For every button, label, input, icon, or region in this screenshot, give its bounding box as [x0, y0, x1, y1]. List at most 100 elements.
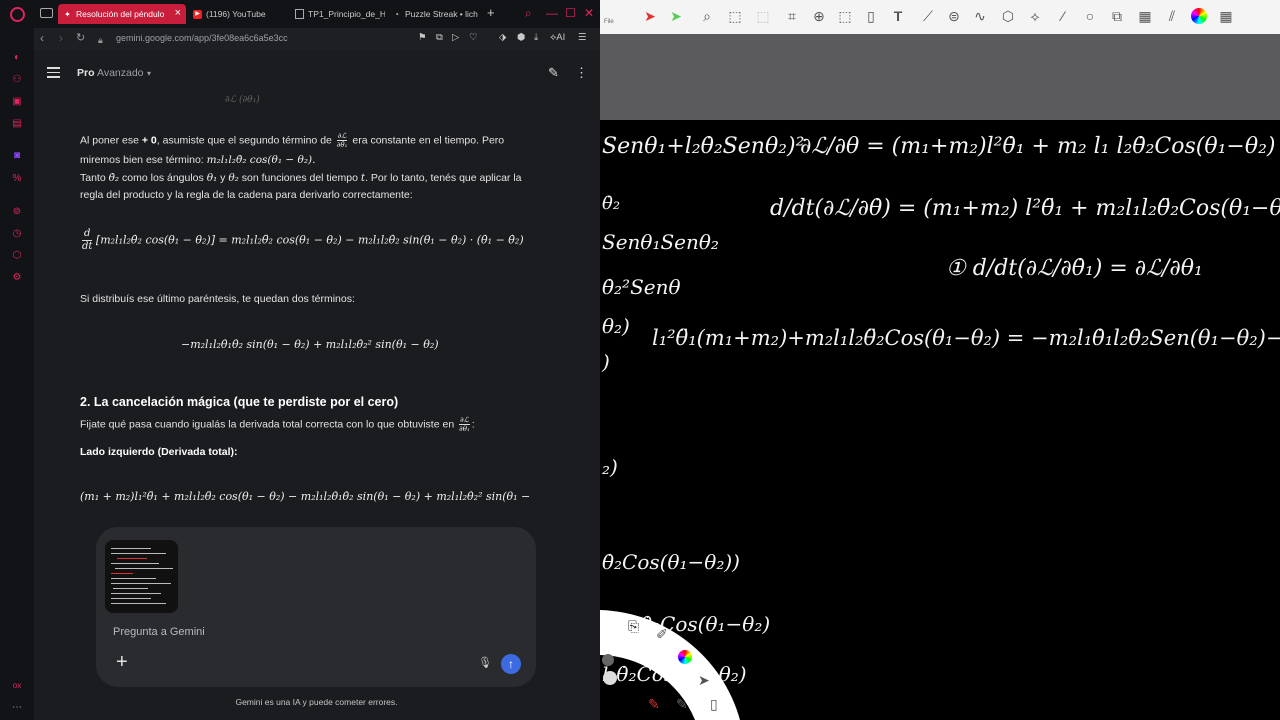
curve-icon[interactable]: ∿ [972, 8, 988, 24]
math-inline: θ₁ [206, 172, 218, 184]
history-icon[interactable]: ◷ [11, 228, 23, 240]
color-picker-icon[interactable] [1191, 8, 1207, 24]
send-button[interactable]: ↑ [501, 654, 521, 674]
hamburger-menu-icon[interactable] [47, 67, 60, 81]
polygon-icon[interactable]: ⟡ [1027, 8, 1043, 24]
pen-green-icon[interactable]: ➤ [668, 8, 684, 24]
handwriting-line: d/dt(∂ℒ/∂θ̇) = (m₁+m₂) l²θ̈₁ + m₂l₁l₂θ̈₂… [770, 196, 1280, 221]
whiteboard-panel [600, 34, 1280, 120]
page-tool-icon[interactable]: ▯ [710, 696, 718, 713]
fraction-denominator: dt [82, 241, 93, 252]
handwriting-line: ₂) [602, 455, 618, 479]
add-attachment-button[interactable]: + [116, 651, 128, 673]
tab-title: TP1_Principio_de_H [308, 9, 385, 19]
select-icon[interactable]: ⬚ [727, 8, 743, 24]
apps-grid-icon[interactable]: ▦ [1218, 8, 1234, 24]
lasso-icon[interactable]: ⬚ [755, 8, 771, 24]
grid-icon[interactable]: ⊜ [946, 8, 962, 24]
handwriting-line: Senθ₁+l₂θ̇₂Senθ₂)² [602, 134, 805, 159]
send-icon[interactable]: ▷ [452, 32, 459, 43]
microphone-icon[interactable]: 🎙︎ [478, 656, 492, 669]
heart-icon[interactable]: ♡ [469, 32, 478, 43]
text-bold: + 0 [141, 134, 157, 147]
model-mode[interactable]: Avanzado [97, 67, 144, 79]
new-tab-icon[interactable]: + [487, 6, 495, 20]
handwriting-line: ① d/dt(∂ℒ/∂θ̇₁) = ∂ℒ/∂θ₁ [946, 256, 1203, 281]
tab-tp1[interactable]: TP1_Principio_de_H [290, 4, 385, 24]
frame-icon[interactable]: ⬚ [837, 8, 853, 24]
pen-red-icon[interactable]: ➤ [642, 8, 658, 24]
extensions-icon[interactable]: ⬡ [11, 250, 23, 262]
settings-icon[interactable]: ⚙ [11, 272, 23, 284]
bookmark-icon[interactable]: ⚑ [418, 32, 427, 43]
minimize-icon[interactable]: — [546, 6, 558, 20]
document-favicon-icon [295, 9, 304, 19]
vpn-icon[interactable]: ⬢ [517, 32, 525, 43]
clipboard-icon[interactable]: ⎘ [628, 618, 639, 635]
tab-puzzle-streak[interactable]: ◔ Puzzle Streak • lich [387, 4, 487, 24]
oc-icon[interactable]: ox [11, 680, 23, 692]
handwriting-line: θ̇₂Cos(θ₁−θ₂)) [602, 550, 740, 574]
fill-icon[interactable]: ⧉ [1109, 8, 1125, 24]
handwriting-line: Senθ₁Senθ₂ [602, 230, 719, 254]
attached-image-thumbnail[interactable] [105, 540, 178, 613]
prompt-box: Pregunta a Gemini + 🎙︎ ↑ [96, 527, 536, 687]
subheading: Lado izquierdo (Derivada total): [80, 446, 238, 458]
more-options-icon[interactable]: ⋮ [575, 65, 588, 81]
color-wheel-icon[interactable] [678, 650, 692, 664]
new-chat-icon[interactable]: ✎ [548, 65, 559, 81]
red-pen-icon[interactable]: ✎ [648, 696, 660, 713]
close-tab-icon[interactable]: × [175, 8, 181, 19]
equation-right: = m₂l₁l₂θ̈₂ cos(θ₁ − θ₂) − m₂l₁l₂θ̇₂ sin… [218, 233, 524, 247]
search-tabs-icon[interactable]: ⌕ [525, 6, 532, 20]
circle-icon[interactable]: ○ [1082, 8, 1098, 24]
target-icon[interactable]: ⊕ [811, 8, 827, 24]
tab-resolucion-pendulo[interactable]: ✦ Resolución del péndulo × [58, 4, 186, 24]
aria-icon[interactable]: ◐ [11, 52, 23, 64]
lichess-favicon-icon: ◔ [394, 9, 399, 19]
ruler-icon[interactable]: ⟋ [920, 8, 936, 24]
extensions-puzzle-icon[interactable]: ⬗ [499, 32, 506, 43]
back-icon[interactable]: ‹ [40, 31, 44, 45]
close-window-icon[interactable]: ✕ [584, 6, 594, 20]
pointer-icon[interactable]: ➤ [698, 672, 710, 689]
page-icon[interactable]: ▯ [863, 8, 879, 24]
chevron-down-icon[interactable]: ▾ [147, 69, 151, 78]
model-name[interactable]: Pro [77, 67, 95, 79]
download-icon[interactable]: ⤓ [534, 32, 538, 43]
fraction-denominator: ∂θ̇₁ [336, 141, 348, 149]
bag-icon[interactable]: ⚇ [11, 74, 23, 86]
snapshot-icon[interactable]: ⧉ [436, 32, 443, 43]
chat-icon[interactable]: ▤ [11, 118, 23, 130]
percent-icon[interactable]: % [11, 173, 23, 185]
brush-icon[interactable]: ⫽ [1164, 8, 1180, 24]
handwriting-line: l₁²θ̈₁(m₁+m₂)+m₂l₁l₂θ̈₂Cos(θ₁−θ₂) = −m₂l… [652, 326, 1280, 350]
file-menu[interactable]: File [604, 19, 614, 25]
zoom-icon[interactable]: ⌕ [699, 8, 715, 24]
shape3d-icon[interactable]: ⬡ [1000, 8, 1016, 24]
brush-tool-icon[interactable]: ✐ [656, 626, 668, 643]
address-bar: ‹ › ↻ 🔒︎ gemini.google.com/app/3fe08ea6c… [34, 28, 600, 50]
forward-icon[interactable]: › [59, 31, 63, 45]
url-field[interactable]: gemini.google.com/app/3fe08ea6c6a5e3cc [116, 33, 288, 43]
handwriting-line: ∂ℒ/∂θ = (m₁+m₂)l²θ̇₁ + m₂ l₁ l₂θ̇₂Cos(θ₁… [800, 134, 1276, 159]
opera-logo-icon[interactable] [10, 7, 25, 22]
stamp-icon[interactable]: ▦ [1137, 8, 1153, 24]
text: Tanto [80, 172, 109, 184]
gray-pen-icon[interactable]: ✎ [676, 696, 688, 713]
line-icon[interactable]: ∕ [1055, 8, 1071, 24]
tab-switcher-icon[interactable] [40, 8, 53, 18]
reload-icon[interactable]: ↻ [76, 31, 85, 45]
prompt-input[interactable]: Pregunta a Gemini [113, 626, 205, 638]
crop-icon[interactable]: ⌗ [784, 8, 800, 24]
menu-icon[interactable]: ☰ [578, 32, 587, 43]
messenger-icon[interactable]: ▣ [11, 96, 23, 108]
equation-left-side: (m₁ + m₂)l₁²θ̈₁ + m₂l₁l₂θ̈₂ cos(θ₁ − θ₂)… [80, 490, 531, 503]
text-tool-icon[interactable]: T [890, 8, 906, 24]
maximize-icon[interactable]: ☐ [565, 6, 576, 20]
twitch-icon[interactable]: ◙ [11, 150, 23, 162]
math-inline: m₂l₁l₂θ̇₂ cos(θ₁ − θ₂). [206, 154, 316, 166]
tab-youtube[interactable]: ▶ (1196) YouTube [188, 4, 286, 24]
ai-button[interactable]: ⟡AI [550, 32, 565, 43]
speed-dial-icon[interactable]: ⊚ [11, 206, 23, 218]
